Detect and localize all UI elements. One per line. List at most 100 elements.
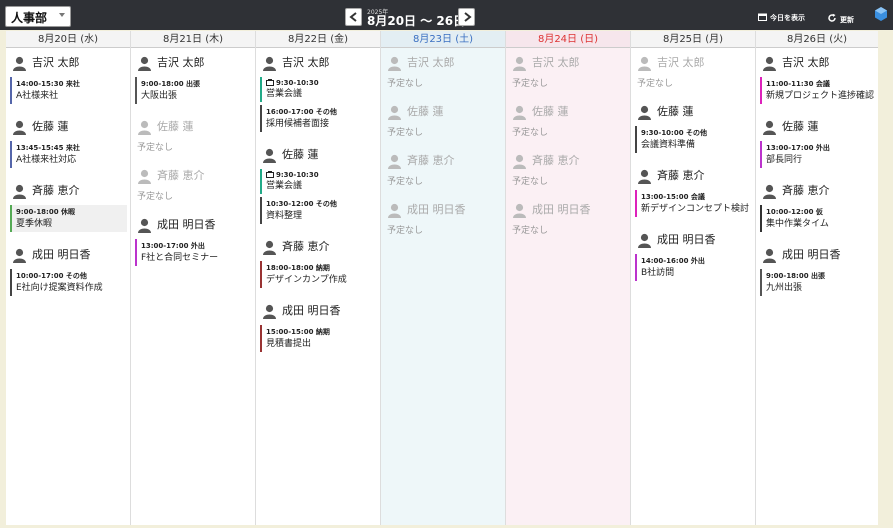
user-avatar-icon <box>762 248 777 266</box>
schedule-item[interactable]: 9:30-10:00 その他 会議資料準備 <box>635 126 752 153</box>
user-avatar-icon <box>637 169 652 187</box>
gem-icon[interactable] <box>875 7 887 21</box>
member-row[interactable]: 斉藤 恵介 <box>760 180 875 202</box>
member-row[interactable]: 成田 明日香 <box>260 300 377 322</box>
schedule-item[interactable]: 9:30-10:30 営業会議 <box>260 169 377 194</box>
schedule-category: 来社 <box>65 144 80 152</box>
member-row[interactable]: 成田 明日香 <box>385 199 502 221</box>
member-row[interactable]: 吉沢 太郎 <box>135 52 252 74</box>
no-schedule-text: 予定なし <box>137 143 174 153</box>
schedule-title: F社と合同セミナー <box>141 253 219 263</box>
schedule-item[interactable]: 11:00-11:30 会議 新規プロジェクト進捗確認 <box>760 77 875 104</box>
schedule-category: 会議 <box>690 193 705 201</box>
user-avatar-icon <box>387 154 402 172</box>
member-row[interactable]: 斉藤 恵介 <box>260 236 377 258</box>
user-avatar-icon <box>762 120 777 138</box>
schedule-category: 仮 <box>815 208 823 216</box>
chevron-left-icon <box>349 12 357 22</box>
day-header[interactable]: 8月23日 (土) <box>381 31 505 48</box>
schedule-time: 15:00-15:00 納期 <box>266 327 377 337</box>
member-row[interactable]: 佐藤 蓮 <box>635 101 752 123</box>
schedule-time: 13:00-17:00 外出 <box>766 143 875 153</box>
member-name: 佐藤 蓮 <box>782 120 819 133</box>
schedule-category: 休暇 <box>61 208 76 216</box>
day-header[interactable]: 8月21日 (木) <box>131 31 255 48</box>
schedule-time-range: 9:00-18:00 <box>766 272 809 280</box>
next-week-button[interactable] <box>458 8 475 26</box>
member-row[interactable]: 佐藤 蓮 <box>760 116 875 138</box>
member-row[interactable]: 佐藤 蓮 <box>385 101 502 123</box>
schedule-item[interactable]: 9:30-10:30 営業会議 <box>260 77 377 102</box>
member-row[interactable]: 斉藤 恵介 <box>635 165 752 187</box>
member-row[interactable]: 成田 明日香 <box>760 244 875 266</box>
member-row[interactable]: 斉藤 恵介 <box>10 180 127 202</box>
schedule-item[interactable]: 14:00-15:30 来社 A社様来社 <box>10 77 127 104</box>
prev-week-button[interactable] <box>345 8 362 26</box>
member-row[interactable]: 吉沢 太郎 <box>10 52 127 74</box>
day-header[interactable]: 8月25日 (月) <box>631 31 755 48</box>
day-column: 8月21日 (木) 吉沢 太郎 9:00-18:00 出張 大阪出張佐藤 蓮予定なし斉… <box>131 31 256 525</box>
schedule-title: 新デザインコンセプト検討 <box>641 204 750 214</box>
schedule-item[interactable]: 13:00-15:00 会議 新デザインコンセプト検討 <box>635 190 752 217</box>
schedule-item[interactable]: 13:45-15:45 来社 A社様来社対応 <box>10 141 127 168</box>
member-row[interactable]: 成田 明日香 <box>635 229 752 251</box>
schedule-item[interactable]: 13:00-17:00 外出 部長同行 <box>760 141 875 168</box>
member-row[interactable]: 斉藤 恵介 <box>385 150 502 172</box>
schedule-item[interactable]: 16:00-17:00 その他 採用候補者面接 <box>260 105 377 132</box>
day-header[interactable]: 8月20日 (水) <box>6 31 130 48</box>
schedule-item[interactable]: 14:00-16:00 外出 B社訪問 <box>635 254 752 281</box>
schedule-item[interactable]: 18:00-18:00 納期 デザインカンプ作成 <box>260 261 377 288</box>
user-avatar-icon <box>512 105 527 123</box>
schedule-item[interactable]: 10:00-17:00 その他 E社向け提案資料作成 <box>10 269 127 296</box>
schedule-item[interactable]: 9:00-18:00 休暇 夏季休暇 <box>10 205 127 232</box>
schedule-time-range: 9:30-10:30 <box>276 79 319 87</box>
member-name: 吉沢 太郎 <box>782 56 830 69</box>
today-button[interactable]: 今日を表示 <box>758 13 805 23</box>
chevron-down-icon <box>59 13 65 17</box>
group-select[interactable]: 人事部 <box>5 6 71 27</box>
schedule-item[interactable]: 10:00-12:00 仮集中作業タイム <box>760 205 875 232</box>
schedule-time-range: 18:00-18:00 <box>266 264 314 272</box>
day-header[interactable]: 8月24日 (日) <box>506 31 630 48</box>
schedule-item[interactable]: 9:00-18:00 出張 大阪出張 <box>135 77 252 104</box>
user-avatar-icon <box>262 148 277 166</box>
no-schedule-text: 予定なし <box>512 177 549 187</box>
member-row[interactable]: 佐藤 蓮 <box>135 116 252 138</box>
schedule-item[interactable]: 15:00-15:00 納期 見積書提出 <box>260 325 377 352</box>
schedule-title: 営業会議 <box>266 181 303 191</box>
day-header[interactable]: 8月22日 (金) <box>256 31 380 48</box>
schedule-item[interactable]: 10:30-12:00 その他 資料整理 <box>260 197 377 224</box>
member-row[interactable]: 斉藤 恵介 <box>135 165 252 187</box>
member-row[interactable]: 佐藤 蓮 <box>10 116 127 138</box>
member-name: 斉藤 恵介 <box>532 154 580 167</box>
member-row[interactable]: 吉沢 太郎 <box>260 52 377 74</box>
user-avatar-icon <box>762 56 777 74</box>
member-row[interactable]: 吉沢 太郎 <box>385 52 502 74</box>
member-row[interactable]: 成田 明日香 <box>510 199 627 221</box>
member-row[interactable]: 佐藤 蓮 <box>510 101 627 123</box>
member-row[interactable]: 吉沢 太郎 <box>760 52 875 74</box>
user-avatar-icon <box>262 56 277 74</box>
schedule-item[interactable]: 13:00-17:00 外出 F社と合同セミナー <box>135 239 252 266</box>
schedule-title: 営業会議 <box>266 89 303 99</box>
user-avatar-icon <box>12 248 27 266</box>
schedule-item[interactable]: 9:00-18:00 出張 九州出張 <box>760 269 875 296</box>
user-avatar-icon <box>387 56 402 74</box>
member-row[interactable]: 吉沢 太郎 <box>635 52 752 74</box>
schedule-category: 出張 <box>811 272 826 280</box>
schedule-time-range: 10:00-12:00 <box>766 208 814 216</box>
member-name: 成田 明日香 <box>32 248 91 261</box>
member-row[interactable]: 斉藤 恵介 <box>510 150 627 172</box>
member-row[interactable]: 成田 明日香 <box>10 244 127 266</box>
refresh-button[interactable]: 更新 <box>827 13 854 25</box>
member-row[interactable]: 成田 明日香 <box>135 214 252 236</box>
member-name: 斉藤 恵介 <box>282 240 330 253</box>
member-row[interactable]: 吉沢 太郎 <box>510 52 627 74</box>
member-row[interactable]: 佐藤 蓮 <box>260 144 377 166</box>
day-header[interactable]: 8月26日 (火) <box>756 31 878 48</box>
